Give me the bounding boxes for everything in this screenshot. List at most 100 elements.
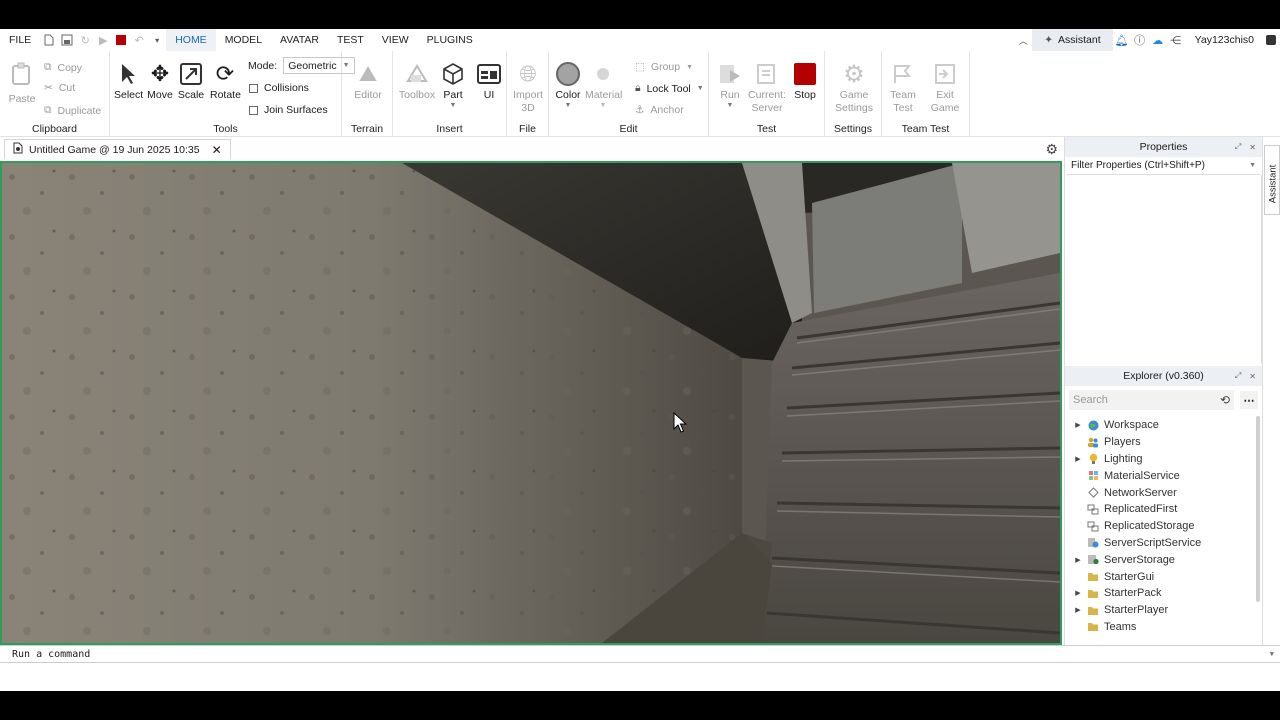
group-button[interactable]: ⬚ Group ▼ [635, 61, 693, 73]
run-button[interactable]: Run ▼ [713, 61, 747, 109]
cloud-icon[interactable]: ☁ [1149, 34, 1167, 47]
select-cursor-icon [114, 61, 142, 87]
assistant-side-tab[interactable]: Assistant [1264, 145, 1280, 215]
expand-arrow-icon[interactable]: ▶ [1071, 589, 1085, 597]
history-icon[interactable]: ⟲ [1220, 393, 1230, 407]
menu-model[interactable]: MODEL [216, 29, 271, 51]
anchor-button[interactable]: ⚓︎ Anchor [635, 104, 684, 116]
join-surfaces-toggle[interactable]: Join Surfaces [249, 104, 328, 116]
properties-close-icon[interactable]: ✕ [1249, 143, 1256, 152]
explorer-item-label: Players [1104, 436, 1141, 449]
explorer-item-starterpack[interactable]: ▶ StarterPack [1071, 585, 1262, 602]
lightbulb-icon [1085, 453, 1101, 465]
more-options-icon[interactable]: ⋯ [1240, 391, 1258, 409]
menu-avatar[interactable]: AVATAR [271, 29, 328, 51]
explorer-item-lighting[interactable]: ▶ Lighting [1071, 451, 1262, 468]
close-tab-icon[interactable]: ✕ [212, 143, 222, 157]
expand-arrow-icon[interactable]: ▶ [1071, 455, 1085, 463]
color-dropdown-icon[interactable]: ▼ [553, 102, 583, 109]
document-tab[interactable]: Untitled Game @ 19 Jun 2025 10:35 ✕ [4, 139, 231, 159]
undo-icon[interactable]: ↶ [130, 29, 148, 51]
help-icon[interactable]: ⓘ [1131, 32, 1149, 48]
stop-button[interactable]: Stop [789, 61, 821, 102]
explorer-item-teams[interactable]: Teams [1071, 619, 1262, 636]
expand-arrow-icon[interactable]: ▶ [1071, 556, 1085, 564]
assistant-button[interactable]: ✦ Assistant [1032, 29, 1113, 51]
paste-button[interactable]: Paste [8, 61, 36, 106]
ui-button[interactable]: UI [475, 61, 503, 102]
join-surfaces-checkbox[interactable] [249, 105, 258, 115]
stop-icon[interactable] [112, 29, 130, 51]
viewport-settings-icon[interactable]: ⚙ [1045, 141, 1058, 158]
menu-plugins[interactable]: PLUGINS [418, 29, 482, 51]
material-dropdown-icon[interactable]: ▼ [585, 102, 621, 109]
copy-button[interactable]: ⧉ Copy [44, 61, 82, 74]
filter-dropdown-icon[interactable]: ▼ [1249, 162, 1256, 169]
terrain-editor-button[interactable]: ⛰ Editor [350, 61, 386, 102]
username[interactable]: Yay123chis0 [1185, 34, 1262, 46]
explorer-item-label: MaterialService [1104, 469, 1180, 482]
account-icon[interactable] [1262, 35, 1280, 45]
explorer-item-replicatedstorage[interactable]: ReplicatedStorage [1071, 518, 1262, 535]
explorer-close-icon[interactable]: ✕ [1249, 372, 1256, 381]
explorer-item-soundservice[interactable]: SoundService [1071, 635, 1262, 639]
color-button[interactable]: Color ▼ [553, 61, 583, 109]
redo-icon[interactable]: ↻ [76, 29, 94, 51]
team-test-button[interactable]: Team Test [888, 61, 918, 115]
terrain-icon: ⛰ [358, 61, 378, 86]
team-test-icon [888, 61, 918, 87]
explorer-item-networkserver[interactable]: NetworkServer [1071, 484, 1262, 501]
share-icon[interactable]: ⋲ [1167, 34, 1185, 47]
expand-arrow-icon[interactable]: ▶ [1071, 606, 1085, 614]
scale-button[interactable]: Scale [177, 61, 205, 102]
explorer-item-workspace[interactable]: ▶ Workspace [1071, 417, 1262, 434]
collisions-toggle[interactable]: Collisions [249, 82, 309, 94]
command-bar[interactable]: Run a command ▼ [0, 645, 1280, 663]
explorer-item-players[interactable]: Players [1071, 434, 1262, 451]
save-icon[interactable] [58, 29, 76, 51]
menu-view[interactable]: VIEW [373, 29, 418, 51]
explorer-item-serverscriptservice[interactable]: ServerScriptService [1071, 535, 1262, 552]
explorer-item-starterplayer[interactable]: ▶ StarterPlayer [1071, 602, 1262, 619]
current-server-button[interactable]: Current: Server [747, 61, 787, 115]
lock-tool-button[interactable]: 🔒︎ Lock Tool ▼ [635, 82, 704, 95]
toolbox-button[interactable]: Toolbox [398, 61, 436, 102]
move-button[interactable]: ✥ Move [146, 61, 174, 102]
explorer-item-label: SoundService [1104, 638, 1173, 639]
cut-button[interactable]: ✂ Cut [44, 82, 75, 94]
duplicate-button[interactable]: ⧉ Duplicate [44, 104, 101, 117]
explorer-item-startergui[interactable]: StarterGui [1071, 568, 1262, 585]
menu-bar: FILE ↻ ▶ ↶ ▾ HOME MODEL AVATAR TEST VIEW… [0, 29, 1280, 51]
part-button[interactable]: Part ▼ [439, 61, 467, 109]
explorer-search-input[interactable]: Search ⟲ [1069, 390, 1234, 410]
clipboard-group: Paste ⧉ Copy ✂ Cut ⧉ Duplicate Clipboard [0, 51, 110, 137]
menu-test[interactable]: TEST [328, 29, 373, 51]
play-icon[interactable]: ▶ [94, 29, 112, 51]
notifications-icon[interactable]: 🔔︎ [1113, 34, 1131, 47]
material-button[interactable]: Material ▼ [585, 61, 622, 109]
properties-filter[interactable]: Filter Properties (Ctrl+Shift+P) ▼ [1067, 157, 1260, 175]
explorer-float-icon[interactable]: ⤢ [1235, 371, 1241, 381]
explorer-scrollbar[interactable] [1256, 416, 1260, 602]
expand-arrow-icon[interactable]: ▶ [1071, 421, 1085, 429]
explorer-item-materialservice[interactable]: MaterialService [1071, 467, 1262, 484]
command-dropdown-icon[interactable]: ▼ [1270, 650, 1274, 658]
game-settings-button[interactable]: ⚙ Game Settings [833, 61, 875, 115]
properties-float-icon[interactable]: ⤢ [1235, 142, 1241, 152]
select-button[interactable]: Select [114, 61, 143, 102]
collisions-checkbox[interactable] [249, 83, 258, 93]
import-3d-button[interactable]: 🌐︎ Import 3D [510, 61, 546, 115]
exit-game-button[interactable]: Exit Game [930, 61, 960, 115]
new-file-icon[interactable] [40, 29, 58, 51]
explorer-item-replicatedfirst[interactable]: ReplicatedFirst [1071, 501, 1262, 518]
3d-viewport[interactable] [0, 161, 1062, 645]
rotate-button[interactable]: ⟳ Rotate [210, 61, 241, 102]
collapse-ribbon-icon[interactable]: ︿ [1014, 34, 1032, 47]
cut-icon: ✂ [44, 82, 53, 94]
explorer-item-serverstorage[interactable]: ▶ ServerStorage [1071, 551, 1262, 568]
menu-home[interactable]: HOME [166, 29, 216, 51]
part-dropdown-icon[interactable]: ▼ [439, 102, 467, 109]
explorer-item-label: StarterPack [1104, 587, 1162, 600]
menu-file[interactable]: FILE [0, 29, 40, 51]
customize-dropdown-icon[interactable]: ▾ [148, 29, 166, 51]
